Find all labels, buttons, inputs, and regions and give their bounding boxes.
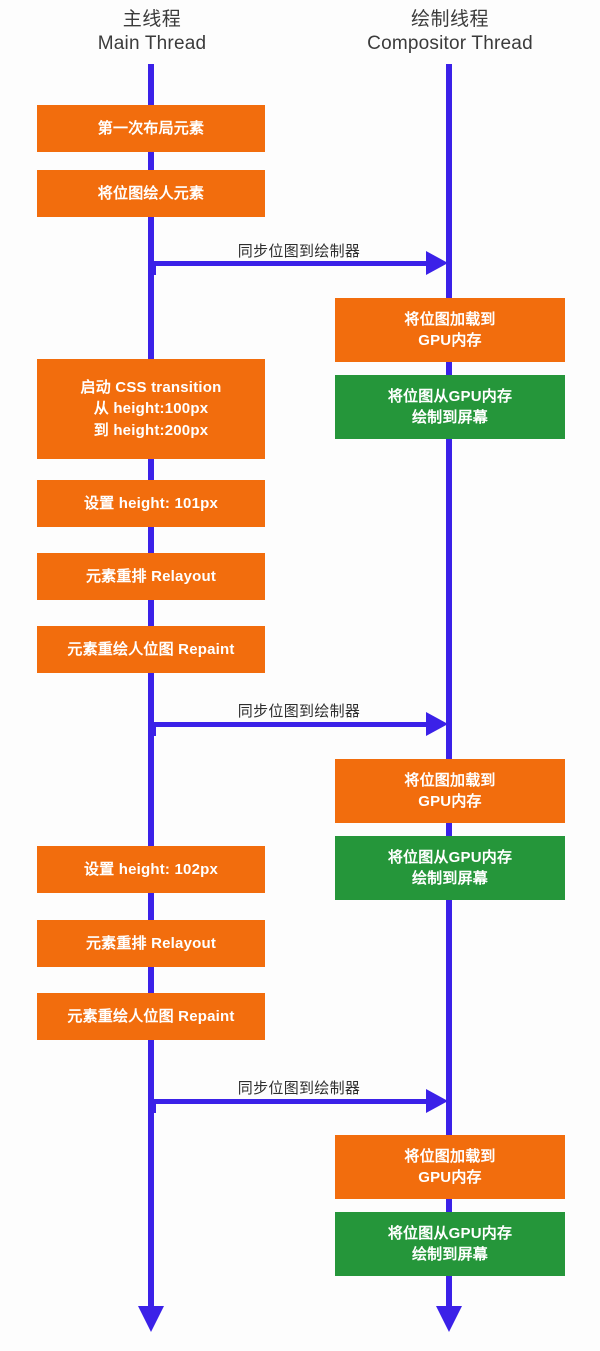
process-box-main-9: 元素重绘人位图 Repaint (37, 993, 265, 1040)
thread-title-en: Main Thread (97, 33, 207, 55)
sequence-diagram: 主线程 Main Thread 绘制线程 Compositor Thread 第… (0, 0, 600, 1351)
sync-message-label-2: 同步位图到绘制器 (237, 703, 361, 720)
process-box-main-6: 元素重绘人位图 Repaint (37, 626, 265, 673)
process-box-main-5: 元素重排 Relayout (37, 553, 265, 600)
process-box-main-7: 设置 height: 102px (37, 846, 265, 893)
process-box-main-1: 第一次布局元素 (37, 105, 265, 152)
process-box-compositor-6: 将位图从GPU内存 绘制到屏幕 (335, 1212, 565, 1276)
process-box-main-4: 设置 height: 101px (37, 480, 265, 527)
sync-message-label-1: 同步位图到绘制器 (237, 243, 361, 260)
process-box-main-2: 将位图绘人元素 (37, 170, 265, 217)
process-box-compositor-4: 将位图从GPU内存 绘制到屏幕 (335, 836, 565, 900)
sync-message-label-3: 同步位图到绘制器 (237, 1080, 361, 1097)
lifeline-main-thread-end-arrow (138, 1306, 164, 1332)
process-box-compositor-1: 将位图加载到 GPU内存 (335, 298, 565, 362)
thread-header-compositor: 绘制线程 Compositor Thread (330, 8, 570, 57)
sync-message-line-3 (151, 1099, 426, 1104)
process-box-main-3: 启动 CSS transition 从 height:100px 到 heigh… (37, 359, 265, 459)
process-box-compositor-5: 将位图加载到 GPU内存 (335, 1135, 565, 1199)
process-box-compositor-2: 将位图从GPU内存 绘制到屏幕 (335, 375, 565, 439)
thread-title-zh: 主线程 (122, 9, 182, 30)
lifeline-compositor-thread-end-arrow (436, 1306, 462, 1332)
thread-title-zh: 绘制线程 (410, 9, 489, 30)
sync-message-line-1 (151, 261, 426, 266)
sync-message-line-2 (151, 722, 426, 727)
thread-title-en: Compositor Thread (367, 33, 533, 55)
process-box-compositor-3: 将位图加载到 GPU内存 (335, 759, 565, 823)
process-box-main-8: 元素重排 Relayout (37, 920, 265, 967)
thread-header-main: 主线程 Main Thread (32, 8, 272, 57)
